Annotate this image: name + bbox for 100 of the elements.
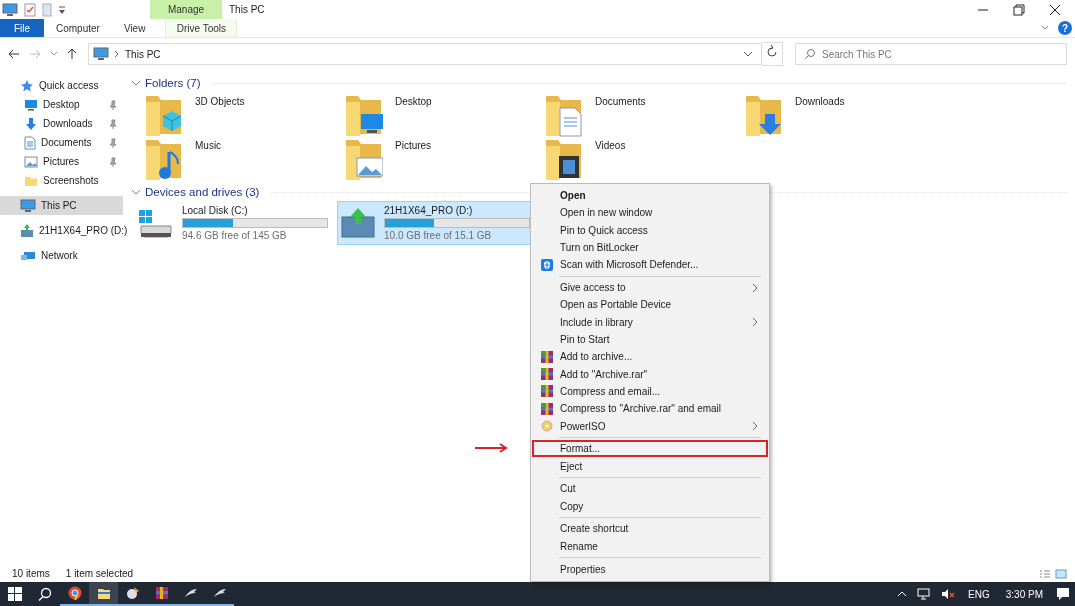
notification-icon[interactable] <box>1056 587 1070 601</box>
menu-item[interactable]: Compress and email... <box>532 382 768 401</box>
archive-icon <box>541 385 553 398</box>
hard-drive-icon <box>138 207 174 239</box>
drive-tile[interactable]: 21H1X64_PRO (D:) 10.0 GB free of 15.1 GB <box>337 201 533 245</box>
menu-item[interactable]: Create shortcut <box>532 520 768 538</box>
menu-item[interactable]: PowerISO <box>532 417 768 435</box>
menu-item[interactable]: Add to "Archive.rar" <box>532 365 768 383</box>
drive-name: 21H1X64_PRO (D:) <box>384 205 474 216</box>
chevron-right-icon <box>752 421 758 431</box>
computer-icon <box>20 198 36 213</box>
help-button[interactable]: ? <box>1058 21 1072 35</box>
speaker-muted-icon[interactable] <box>941 588 956 600</box>
restore-icon[interactable] <box>1013 3 1025 16</box>
pin-icon[interactable] <box>109 99 117 110</box>
shield-icon <box>541 258 553 271</box>
menu-item[interactable]: Include in library <box>532 313 768 331</box>
menu-item[interactable]: Add to archive... <box>532 348 768 366</box>
menu-item[interactable]: Pin to Start <box>532 330 768 349</box>
folder-name: Videos <box>595 139 626 151</box>
folder-name: 3D Objects <box>195 95 245 107</box>
language-indicator[interactable]: ENG <box>968 588 990 600</box>
menu-item[interactable]: Scan with Microsoft Defender... <box>532 256 768 274</box>
drive-tile[interactable]: Local Disk (C:) 94.6 GB free of 145 GB <box>135 201 331 245</box>
group-header[interactable]: Devices and drives (3) <box>145 186 260 198</box>
folder-name: Documents <box>595 95 646 107</box>
setup-drive-icon <box>340 207 376 239</box>
collapse-chevron-icon[interactable] <box>131 79 141 87</box>
tiles-view-icon[interactable] <box>1055 568 1067 579</box>
nav-item[interactable]: Quick access <box>0 76 123 95</box>
checklist-icon[interactable] <box>24 2 36 17</box>
menu-item[interactable]: Rename <box>532 537 768 555</box>
dropdown-icon[interactable] <box>58 4 66 15</box>
clock[interactable]: 3:30 PM <box>1005 588 1043 600</box>
nav-item[interactable]: This PC <box>0 196 123 215</box>
group-header[interactable]: Folders (7) <box>145 77 201 89</box>
up-icon[interactable] <box>67 48 77 60</box>
dropdown-icon[interactable] <box>743 50 753 58</box>
search-field[interactable]: Search This PC <box>795 43 1067 65</box>
file-tab[interactable]: File <box>0 19 44 37</box>
menu-item[interactable]: Eject <box>532 457 768 475</box>
nav-item[interactable]: Desktop <box>0 95 123 114</box>
menu-item[interactable]: Pin to Quick access <box>532 221 768 239</box>
folder-name: Pictures <box>395 139 432 151</box>
pin-icon[interactable] <box>109 156 117 167</box>
menu-item[interactable]: Copy <box>532 497 768 515</box>
selection-count: 1 item selected <box>65 568 134 579</box>
folder-tile[interactable]: Videos <box>543 136 743 180</box>
menu-item[interactable]: Open as Portable Device <box>532 296 768 314</box>
chevron-right-icon <box>752 282 758 293</box>
menu-item[interactable]: Open in new window <box>532 204 768 222</box>
computer-icon <box>93 47 109 61</box>
back-icon[interactable] <box>8 49 20 59</box>
breadcrumb[interactable]: This PC <box>125 48 161 60</box>
nav-item[interactable]: Pictures <box>0 152 123 171</box>
pin-icon[interactable] <box>109 137 117 148</box>
folder-icon[interactable] <box>89 582 118 606</box>
chevron-icon[interactable] <box>50 51 58 57</box>
nav-item[interactable]: Network <box>0 246 123 265</box>
menu-item[interactable]: Give access to <box>532 279 768 297</box>
menu-item[interactable]: Open <box>532 187 768 205</box>
chevron-icon[interactable] <box>1040 24 1050 32</box>
refresh-icon[interactable] <box>762 42 783 66</box>
folder-tile[interactable]: Downloads <box>743 92 943 136</box>
menu-item[interactable]: Turn on BitLocker <box>532 238 768 257</box>
folder-icon <box>24 174 38 187</box>
collapse-chevron-icon[interactable] <box>131 188 141 196</box>
free-space-label: 10.0 GB free of 15.1 GB <box>384 230 493 241</box>
nav-item[interactable]: Downloads <box>0 114 123 133</box>
free-space-label: 94.6 GB free of 145 GB <box>182 230 288 241</box>
ribbon-tab[interactable]: View <box>111 19 158 37</box>
nav-item[interactable]: Documents <box>0 133 123 152</box>
item-count: 10 items <box>12 568 50 579</box>
archive-icon <box>541 402 553 415</box>
folder-tile[interactable]: Documents <box>543 92 743 136</box>
nav-item[interactable]: Screenshots <box>0 171 123 190</box>
down-arrow-icon <box>24 116 38 131</box>
chevron-right-icon <box>752 317 758 328</box>
ribbon-tab[interactable]: Computer <box>44 19 112 37</box>
menu-item[interactable]: Format... <box>532 440 768 458</box>
ribbon-tab[interactable]: Drive Tools <box>165 19 238 37</box>
pointer-arrow-icon <box>474 442 508 453</box>
folder-tile[interactable]: 3D Objects <box>143 92 343 136</box>
close-icon[interactable] <box>1049 3 1061 16</box>
folder-tile[interactable]: Pictures <box>343 136 543 180</box>
computer-icon[interactable] <box>2 2 18 17</box>
address-field[interactable]: This PC <box>88 43 762 65</box>
folder-name: Desktop <box>395 95 432 107</box>
monitor-icon <box>24 98 38 111</box>
window-title: This PC <box>229 4 265 15</box>
search-icon <box>804 48 816 60</box>
folder-tile[interactable]: Music <box>143 136 343 180</box>
star-icon <box>20 78 34 93</box>
menu-item[interactable]: Cut <box>532 480 768 498</box>
folder-tile[interactable]: Desktop <box>343 92 543 136</box>
menu-item[interactable]: Compress to "Archive.rar" and email <box>532 400 768 418</box>
menu-item[interactable]: Properties <box>532 560 768 578</box>
pin-icon[interactable] <box>109 118 117 129</box>
network-tray-icon[interactable] <box>917 588 932 600</box>
chevron-up-icon[interactable] <box>897 590 908 598</box>
